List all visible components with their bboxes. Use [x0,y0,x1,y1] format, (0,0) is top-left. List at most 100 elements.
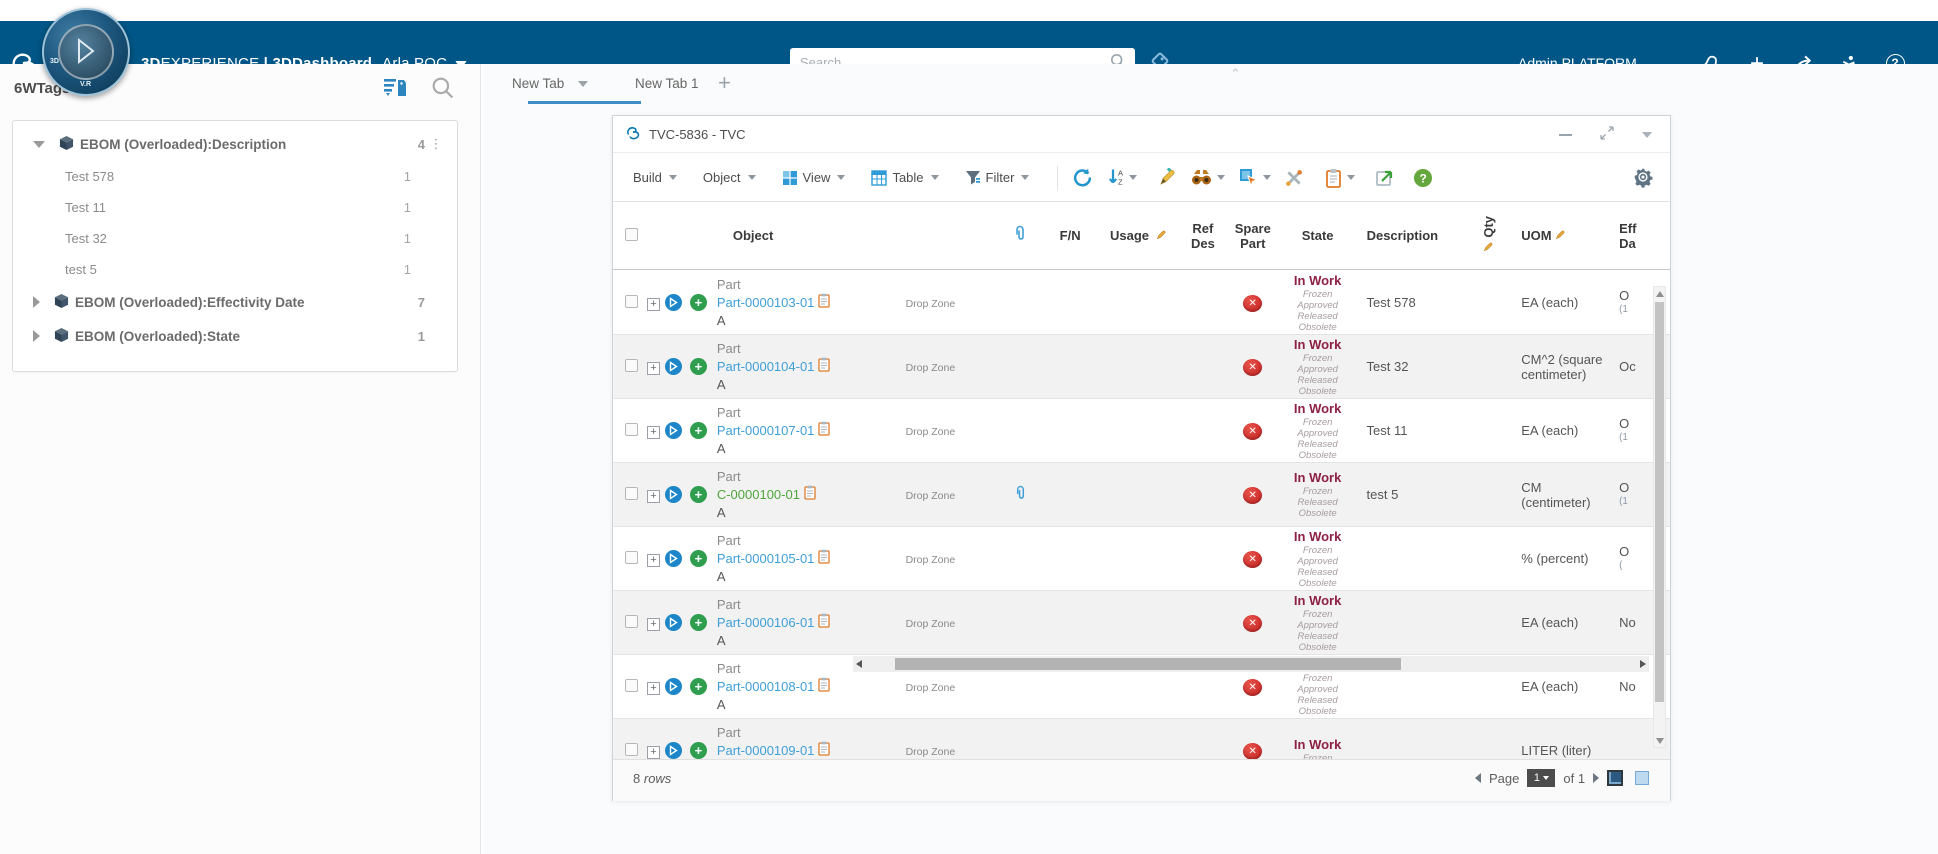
table-row[interactable]: + + Part Part-0000105-01 A Drop Zone ✕ I… [613,527,1670,591]
expand-icon[interactable]: + [647,746,660,759]
tab-new-tab-1[interactable]: New Tab 1 [635,64,699,104]
select-all-checkbox[interactable] [625,228,638,241]
next-page-icon[interactable] [1593,773,1599,783]
menu-table[interactable]: Table [871,170,938,186]
navigate-icon[interactable] [665,486,682,503]
widget-chevron-down-icon[interactable] [1642,132,1652,138]
vertical-scroll-thumb[interactable] [1655,302,1664,702]
expand-icon[interactable]: + [647,682,660,695]
table-row[interactable]: + + Part Part-0000104-01 A Drop Zone ✕ I… [613,335,1670,399]
details-doc-icon[interactable] [818,741,830,760]
table-row[interactable]: + + Part Part-0000106-01 A Drop Zone ✕ I… [613,591,1670,655]
unlink-icon[interactable] [1285,169,1303,187]
object-link[interactable]: Part-0000105-01 [717,550,815,567]
table-view-toggle-icon[interactable] [1607,770,1623,786]
add-icon[interactable]: + [690,550,707,567]
table-row[interactable]: + + Part C-0000100-01 A Drop Zone ✕ In W… [613,463,1670,527]
tree-caret-icon[interactable] [33,141,45,148]
add-icon[interactable]: + [690,614,707,631]
refresh-icon[interactable] [1072,167,1093,188]
add-icon[interactable]: + [690,742,707,759]
tree-item[interactable]: Test 578 1 [13,161,457,192]
row-checkbox[interactable] [625,743,638,756]
uom-cell[interactable]: EA (each) [1511,679,1611,694]
gear-icon[interactable] [1632,166,1654,191]
expand-icon[interactable]: + [647,554,660,567]
drop-zone[interactable]: Drop Zone [906,426,956,438]
navigate-icon[interactable] [665,422,682,439]
vertical-scrollbar[interactable] [1653,286,1666,748]
row-checkbox[interactable] [625,359,638,372]
object-link[interactable]: Part-0000106-01 [717,614,815,631]
menu-build[interactable]: Build [633,170,677,185]
add-icon[interactable]: + [690,678,707,695]
uom-cell[interactable]: % (percent) [1511,551,1611,566]
column-effectivity-date[interactable]: EffDa [1611,221,1670,251]
tree-item[interactable]: Test 11 1 [13,192,457,223]
export-icon[interactable] [1375,168,1395,188]
details-doc-icon[interactable] [804,485,816,504]
scroll-down-icon[interactable] [1656,738,1664,744]
details-doc-icon[interactable] [818,421,830,440]
details-doc-icon[interactable] [818,677,830,696]
tab-new-tab[interactable]: New Tab [512,64,588,104]
edit-pencil-icon[interactable] [1555,228,1566,243]
minimize-icon[interactable] [1559,134,1572,136]
tree-group[interactable]: EBOM (Overloaded):Effectivity Date 7 ⋮ [13,285,457,319]
expand-icon[interactable] [1600,126,1614,143]
description-cell[interactable]: Test 11 [1359,423,1467,438]
column-spare-part[interactable]: SparePart [1229,221,1277,251]
tree-group[interactable]: EBOM (Overloaded):State 1 ⋮ [13,319,457,353]
row-checkbox[interactable] [625,551,638,564]
drop-zone[interactable]: Drop Zone [906,746,956,758]
tree-item[interactable]: Test 32 1 [13,223,457,254]
uom-cell[interactable]: LITER (liter) [1511,743,1611,758]
scroll-left-icon[interactable] [856,660,862,668]
page-select[interactable]: 1 [1527,769,1555,787]
edit-pencil-icon[interactable] [1157,168,1177,188]
horizontal-scroll-thumb[interactable] [895,658,1401,670]
object-link[interactable]: Part-0000104-01 [717,358,815,375]
tree-caret-icon[interactable] [33,296,40,308]
column-ref-des[interactable]: RefDes [1177,221,1229,251]
table-row[interactable]: + + Part Part-0000107-01 A Drop Zone ✕ I… [613,399,1670,463]
tab-chevron-down-icon[interactable] [578,81,588,87]
table-row[interactable]: + + Part Part-0000109-01 A Drop Zone ✕ I… [613,719,1670,760]
menu-filter[interactable]: Filter [965,170,1030,185]
object-link[interactable]: Part-0000107-01 [717,422,815,439]
expand-icon[interactable]: + [647,426,660,439]
row-checkbox[interactable] [625,423,638,436]
edit-pencil-icon[interactable] [1156,228,1167,243]
tree-group[interactable]: EBOM (Overloaded):Description 4 ⋮ [13,127,457,161]
add-icon[interactable]: + [690,358,707,375]
sidebar-search-icon[interactable] [431,76,455,103]
navigate-icon[interactable] [665,550,682,567]
details-doc-icon[interactable] [818,549,830,568]
object-link[interactable]: Part-0000108-01 [717,678,815,695]
expand-icon[interactable]: + [647,362,660,375]
description-cell[interactable]: test 5 [1359,487,1467,502]
add-icon[interactable]: + [690,422,707,439]
uom-cell[interactable]: CM^2 (square centimeter) [1511,352,1611,382]
drop-zone[interactable]: Drop Zone [906,682,956,694]
uom-cell[interactable]: CM (centimeter) [1511,480,1611,510]
details-doc-icon[interactable] [818,613,830,632]
column-object[interactable]: Object [715,228,861,243]
binoculars-icon[interactable] [1191,168,1225,187]
details-doc-icon[interactable] [818,293,830,312]
uom-cell[interactable]: EA (each) [1511,423,1611,438]
uom-cell[interactable]: EA (each) [1511,295,1611,310]
expand-icon[interactable]: + [647,618,660,631]
column-uom[interactable]: UOM [1511,228,1611,243]
previous-page-icon[interactable] [1475,773,1481,783]
scroll-right-icon[interactable] [1640,660,1646,668]
column-state[interactable]: State [1277,228,1359,243]
description-cell[interactable]: Test 578 [1359,295,1467,310]
details-doc-icon[interactable] [818,357,830,376]
menu-view[interactable]: View [782,170,846,186]
expand-icon[interactable]: + [647,490,660,503]
horizontal-scrollbar[interactable] [853,656,1649,672]
description-cell[interactable]: Test 32 [1359,359,1467,374]
add-tab-button[interactable]: + [718,64,731,104]
navigate-icon[interactable] [665,294,682,311]
